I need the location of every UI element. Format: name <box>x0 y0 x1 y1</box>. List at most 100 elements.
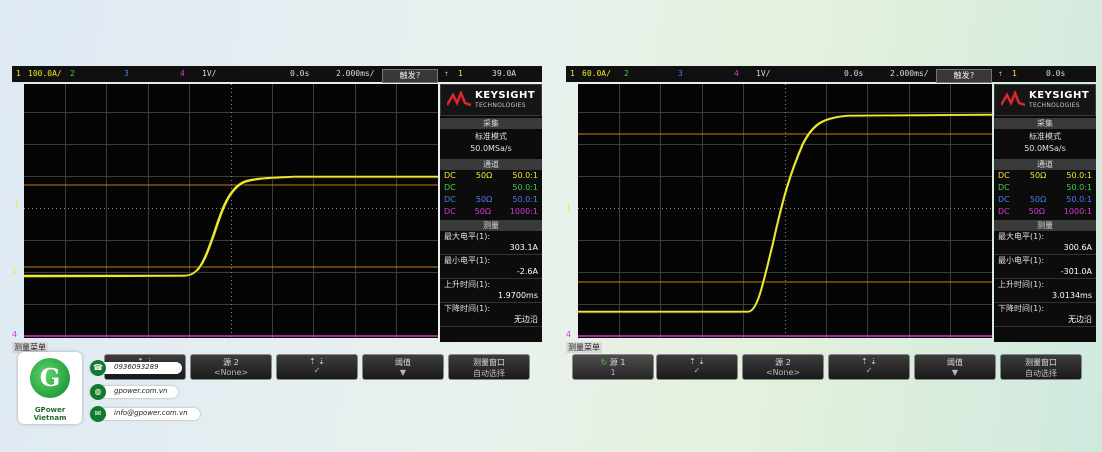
ch3-number[interactable]: 3 <box>678 69 683 78</box>
company-name: GPower Vietnam <box>33 406 67 422</box>
brand-sub: TECHNOLOGIES <box>1029 102 1080 109</box>
ch4-scale[interactable]: 1V/ <box>756 69 770 78</box>
ch1-ground-marker: 1 <box>566 204 572 213</box>
acquisition-title: 采集 <box>994 118 1096 129</box>
meas-label: 最大电平(1): <box>444 232 491 241</box>
ch4-scale[interactable]: 1V/ <box>202 69 216 78</box>
trigger-level[interactable]: 0.0s <box>1046 69 1065 78</box>
meas-label: 最小电平(1): <box>998 256 1045 265</box>
trigger-level[interactable]: 39.0A <box>492 69 516 78</box>
channel-row-2: DC 50.0:1 <box>444 183 538 192</box>
softkey-meas-window[interactable]: 测量窗口 自动选择 <box>448 354 530 380</box>
company-logo-card: G GPower Vietnam <box>18 352 82 424</box>
scope-topbar: 1 60.0A/ 2 3 4 1V/ 0.0s 2.000ms/ 触发? ⇡ 1… <box>566 66 1096 83</box>
acquisition-title: 采集 <box>440 118 542 129</box>
meas-value: 3.0134ms <box>994 290 1096 303</box>
ch1-number[interactable]: 1 <box>570 69 575 78</box>
meas-value: 1.9700ms <box>440 290 542 303</box>
trigger-source: 1 <box>458 69 463 78</box>
globe-icon: ◍ <box>90 384 106 400</box>
timebase-value[interactable]: 2.000ms/ <box>890 69 929 78</box>
sample-rate: 50.0MSa/s <box>1024 144 1066 153</box>
trigger-level-marker: T <box>14 200 19 209</box>
trigger-mode-badge[interactable]: 触发? <box>936 69 992 83</box>
side-info-panel: KEYSIGHT TECHNOLOGIES 采集 标准模式 50.0MSa/s … <box>440 84 542 342</box>
channel-row-1: DC 50Ω 50.0:1 <box>444 171 538 180</box>
oscilloscope-screenshot-1: 1 100.0A/ 2 3 4 1V/ 0.0s 2.000ms/ 触发? ⇡ … <box>12 66 542 384</box>
menu-title: 测量菜单 <box>566 342 602 353</box>
delay-value[interactable]: 0.0s <box>844 69 863 78</box>
side-info-panel: KEYSIGHT TECHNOLOGIES 采集 标准模式 50.0MSa/s … <box>994 84 1096 342</box>
trigger-edge-icon: ⇡ <box>444 69 449 78</box>
keysight-logo: KEYSIGHT TECHNOLOGIES <box>440 84 542 116</box>
ch4-number[interactable]: 4 <box>734 69 739 78</box>
channel-row-1: DC 50Ω 50.0:1 <box>998 171 1092 180</box>
meas-label: 最小电平(1): <box>444 256 491 265</box>
phone-icon: ☎ <box>90 360 106 376</box>
meas-value: 无边沿 <box>440 314 542 327</box>
meas-label: 下降时间(1): <box>998 304 1045 313</box>
softkey-meas-window[interactable]: 测量窗口 自动选择 <box>1000 354 1082 380</box>
meas-label: 最大电平(1): <box>998 232 1045 241</box>
acquisition-mode: 标准模式 <box>475 132 507 141</box>
keysight-wave-icon <box>447 91 471 107</box>
waveform-display[interactable] <box>578 84 992 338</box>
ch3-number[interactable]: 3 <box>124 69 129 78</box>
meas-label: 上升时间(1): <box>444 280 491 289</box>
ch4-ground-marker: 4 <box>12 330 18 339</box>
softkey-source1[interactable]: ↻ 源 11 <box>572 354 654 380</box>
ch1-scale[interactable]: 60.0A/ <box>582 69 611 78</box>
ch1-ground-marker: 1 <box>12 266 18 275</box>
meas-value: -301.0A <box>994 266 1096 279</box>
brand-sub: TECHNOLOGIES <box>475 102 526 109</box>
ch2-number[interactable]: 2 <box>624 69 629 78</box>
softkey-3[interactable]: ⇡ ⇣ ✓ <box>276 354 358 380</box>
channels-title: 通道 <box>994 159 1096 170</box>
meas-label: 上升时间(1): <box>998 280 1045 289</box>
contact-phone[interactable]: ☎ 0936093289 <box>90 360 182 376</box>
oscilloscope-screenshot-2: 1 60.0A/ 2 3 4 1V/ 0.0s 2.000ms/ 触发? ⇡ 1… <box>566 66 1096 384</box>
trigger-edge-icon: ⇡ <box>998 69 1003 78</box>
refresh-icon: ↻ <box>600 358 608 367</box>
softkey-threshold[interactable]: 阈值 ▼ <box>914 354 996 380</box>
contact-website[interactable]: ◍ gpower.com.vn <box>90 384 178 400</box>
sample-rate: 50.0MSa/s <box>470 144 512 153</box>
contact-email[interactable]: ✉ info@gpower.com.vn <box>90 406 200 422</box>
channel-row-3: DC 50Ω 50.0:1 <box>998 195 1092 204</box>
meas-label: 下降时间(1): <box>444 304 491 313</box>
mail-icon: ✉ <box>90 406 106 422</box>
ch1-scale[interactable]: 100.0A/ <box>28 69 62 78</box>
channel-row-4: DC 50Ω 1000:1 <box>444 207 538 216</box>
waveform-grid <box>24 84 438 338</box>
meas-value: 303.1A <box>440 242 542 255</box>
ch2-number[interactable]: 2 <box>70 69 75 78</box>
delay-value[interactable]: 0.0s <box>290 69 309 78</box>
softkey-2[interactable]: ⇡ ⇣ ✓ <box>656 354 738 380</box>
measurements-title: 测量 <box>440 220 542 231</box>
brand-name: KEYSIGHT <box>1029 90 1090 101</box>
brand-name: KEYSIGHT <box>475 90 536 101</box>
ch4-number[interactable]: 4 <box>180 69 185 78</box>
channel-row-4: DC 50Ω 1000:1 <box>998 207 1092 216</box>
keysight-wave-icon <box>1001 91 1025 107</box>
meas-value: -2.6A <box>440 266 542 279</box>
channel-row-2: DC 50.0:1 <box>998 183 1092 192</box>
scope-topbar: 1 100.0A/ 2 3 4 1V/ 0.0s 2.000ms/ 触发? ⇡ … <box>12 66 542 83</box>
channels-title: 通道 <box>440 159 542 170</box>
softkey-threshold[interactable]: 阈值 ▼ <box>362 354 444 380</box>
softkey-source2[interactable]: 源 2 <None> <box>742 354 824 380</box>
acquisition-mode: 标准模式 <box>1029 132 1061 141</box>
waveform-grid <box>578 84 992 338</box>
trigger-mode-badge[interactable]: 触发? <box>382 69 438 83</box>
channel-row-3: DC 50Ω 50.0:1 <box>444 195 538 204</box>
meas-value: 300.6A <box>994 242 1096 255</box>
trigger-source: 1 <box>1012 69 1017 78</box>
ch1-number[interactable]: 1 <box>16 69 21 78</box>
softkey-source2[interactable]: 源 2 <None> <box>190 354 272 380</box>
waveform-display[interactable] <box>24 84 438 338</box>
meas-value: 无边沿 <box>994 314 1096 327</box>
keysight-logo: KEYSIGHT TECHNOLOGIES <box>994 84 1096 116</box>
softkey-4[interactable]: ⇡ ⇣ ✓ <box>828 354 910 380</box>
logo-letter: G <box>39 363 61 392</box>
timebase-value[interactable]: 2.000ms/ <box>336 69 375 78</box>
